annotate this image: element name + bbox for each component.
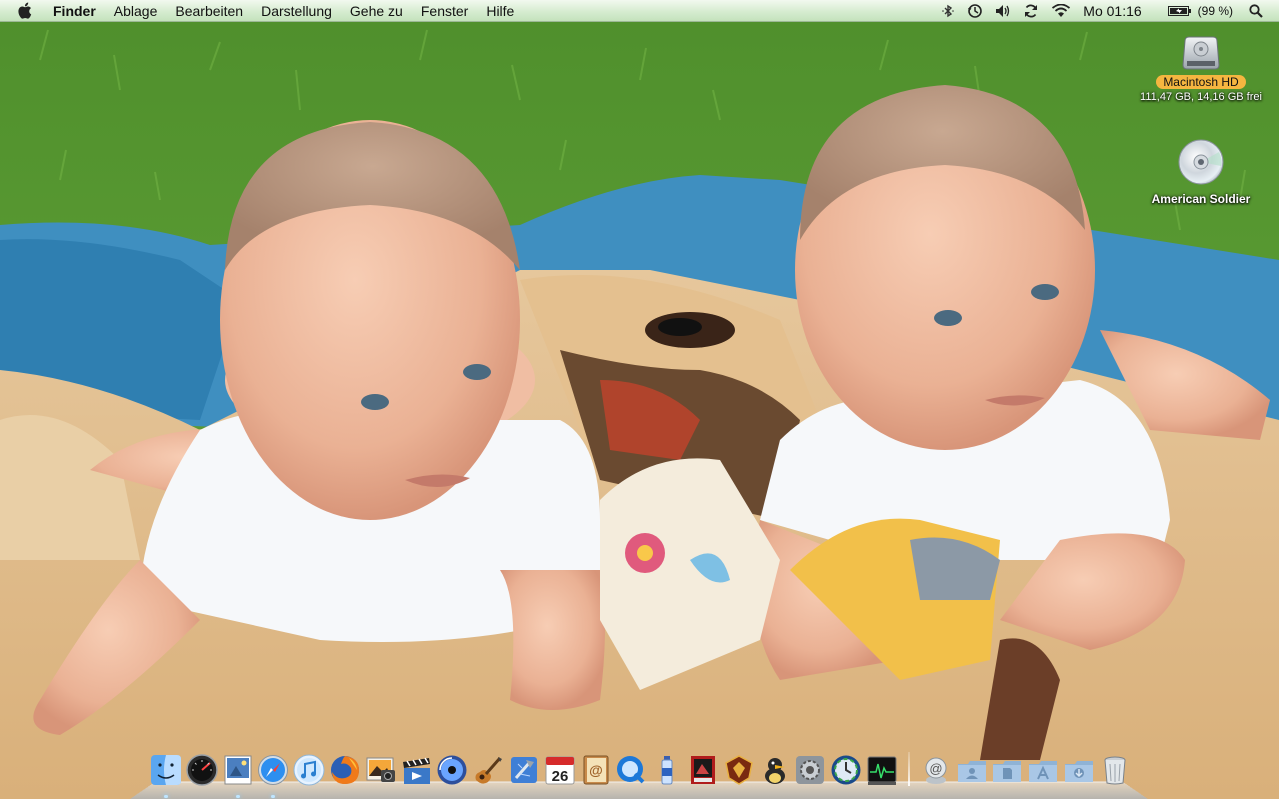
menu-bar: Finder Ablage Bearbeiten Darstellung Geh… bbox=[0, 0, 1279, 22]
safari-icon bbox=[258, 755, 289, 785]
dock-downloads-folder[interactable] bbox=[1063, 754, 1095, 786]
menu-darstellung[interactable]: Darstellung bbox=[261, 3, 332, 19]
iphoto-icon bbox=[366, 757, 395, 782]
dock-bottle-app[interactable] bbox=[651, 754, 683, 786]
dock-dashboard[interactable] bbox=[186, 754, 218, 786]
dock-trash[interactable] bbox=[1099, 754, 1131, 786]
ical-date: 26 bbox=[551, 768, 568, 785]
dock-activity-monitor[interactable] bbox=[866, 754, 898, 786]
dock-imovie[interactable] bbox=[401, 754, 433, 786]
dock-garageband[interactable] bbox=[472, 754, 504, 786]
finder-icon bbox=[151, 755, 181, 785]
running-indicator bbox=[164, 795, 168, 798]
documents-folder-icon bbox=[993, 761, 1022, 782]
activity-monitor-icon bbox=[867, 756, 897, 785]
desktop-wallpaper bbox=[0, 0, 1279, 799]
photobooth-icon bbox=[690, 756, 715, 784]
wifi-icon[interactable] bbox=[1051, 3, 1071, 18]
menu-fenster[interactable]: Fenster bbox=[421, 3, 468, 19]
svg-text:@: @ bbox=[929, 761, 942, 776]
volume-icon[interactable] bbox=[995, 4, 1011, 18]
bottle-icon bbox=[661, 756, 673, 785]
quicktime-icon bbox=[617, 756, 645, 784]
applications-folder-icon bbox=[1029, 761, 1058, 782]
dock-utility-stack[interactable]: @ bbox=[920, 754, 952, 786]
dock-shield-app[interactable] bbox=[723, 754, 755, 786]
addressbook-icon: @ bbox=[583, 755, 609, 785]
firefox-icon bbox=[330, 756, 359, 784]
time-machine-icon[interactable] bbox=[967, 3, 983, 19]
dock-itunes[interactable] bbox=[293, 754, 325, 786]
menu-ablage[interactable]: Ablage bbox=[114, 3, 158, 19]
apple-menu-icon[interactable] bbox=[17, 2, 39, 19]
utility-stack-icon: @ bbox=[925, 757, 947, 784]
status-area: Mo 01:16 (99 %) bbox=[929, 3, 1279, 19]
dock: 26 @ @ bbox=[130, 748, 1148, 799]
dock-system-preferences[interactable] bbox=[794, 754, 826, 786]
desktop-icon-american-soldier[interactable]: American Soldier bbox=[1131, 138, 1271, 206]
ical-icon: 26 bbox=[545, 756, 575, 785]
running-indicator bbox=[235, 795, 240, 798]
dock-documents-folder[interactable] bbox=[991, 754, 1023, 786]
imovie-icon bbox=[402, 757, 430, 784]
dock-iphoto[interactable] bbox=[365, 754, 397, 786]
duck-app-icon bbox=[764, 758, 785, 784]
dock-address-book[interactable]: @ bbox=[580, 754, 612, 786]
battery-icon bbox=[1167, 5, 1191, 16]
cd-disc-icon bbox=[1178, 139, 1224, 185]
dock-xcode[interactable] bbox=[508, 754, 540, 786]
trash-icon bbox=[1104, 756, 1126, 785]
menu-gehe-zu[interactable]: Gehe zu bbox=[350, 3, 403, 19]
menu-clock[interactable]: Mo 01:16 bbox=[1083, 3, 1141, 19]
dock-time-machine[interactable] bbox=[830, 754, 862, 786]
dock-preview[interactable] bbox=[222, 754, 254, 798]
itunes-icon bbox=[293, 754, 325, 786]
desktop-icon-macintosh-hd[interactable]: Macintosh HD 111,47 GB, 14,16 GB frei bbox=[1131, 31, 1271, 103]
menu-hilfe[interactable]: Hilfe bbox=[486, 3, 514, 19]
dock-user-folder[interactable] bbox=[956, 754, 988, 786]
dock-duck-app[interactable] bbox=[759, 754, 791, 786]
dashboard-icon bbox=[186, 754, 218, 786]
battery-percentage: (99 %) bbox=[1197, 3, 1233, 18]
preview-icon bbox=[224, 755, 252, 785]
dock-safari[interactable] bbox=[257, 754, 289, 798]
bluetooth-icon[interactable] bbox=[941, 4, 955, 18]
idvd-icon bbox=[437, 755, 467, 785]
dock-separator bbox=[907, 752, 910, 786]
dock-finder[interactable] bbox=[150, 754, 182, 798]
dock-firefox[interactable] bbox=[329, 754, 361, 786]
sync-icon[interactable] bbox=[1023, 3, 1039, 19]
hard-drive-icon bbox=[1182, 36, 1220, 70]
battery-status[interactable]: (99 %) bbox=[1167, 3, 1233, 18]
garageband-icon bbox=[475, 757, 503, 784]
time-machine-app-icon bbox=[831, 755, 861, 785]
svg-text:@: @ bbox=[589, 762, 603, 778]
desktop-icon-info: 111,47 GB, 14,16 GB frei bbox=[1140, 91, 1262, 103]
dock-photo-booth[interactable] bbox=[687, 754, 719, 786]
desktop-icon-label: American Soldier bbox=[1151, 192, 1251, 206]
menu-finder[interactable]: Finder bbox=[53, 3, 96, 19]
shield-app-icon bbox=[724, 755, 753, 785]
spotlight-search-icon[interactable] bbox=[1249, 3, 1263, 18]
menu-bearbeiten[interactable]: Bearbeiten bbox=[175, 3, 243, 19]
user-folder-icon bbox=[957, 761, 986, 782]
xcode-icon bbox=[510, 757, 537, 783]
dock-applications-folder[interactable] bbox=[1027, 754, 1059, 786]
dock-items: 26 @ @ bbox=[150, 752, 1135, 798]
dock-quicktime[interactable] bbox=[615, 754, 647, 786]
dock-ical[interactable]: 26 bbox=[544, 754, 576, 786]
system-preferences-icon bbox=[796, 756, 825, 784]
dock-idvd[interactable] bbox=[436, 754, 468, 786]
downloads-folder-icon bbox=[1064, 761, 1093, 782]
desktop-icon-label: Macintosh HD bbox=[1156, 75, 1246, 89]
